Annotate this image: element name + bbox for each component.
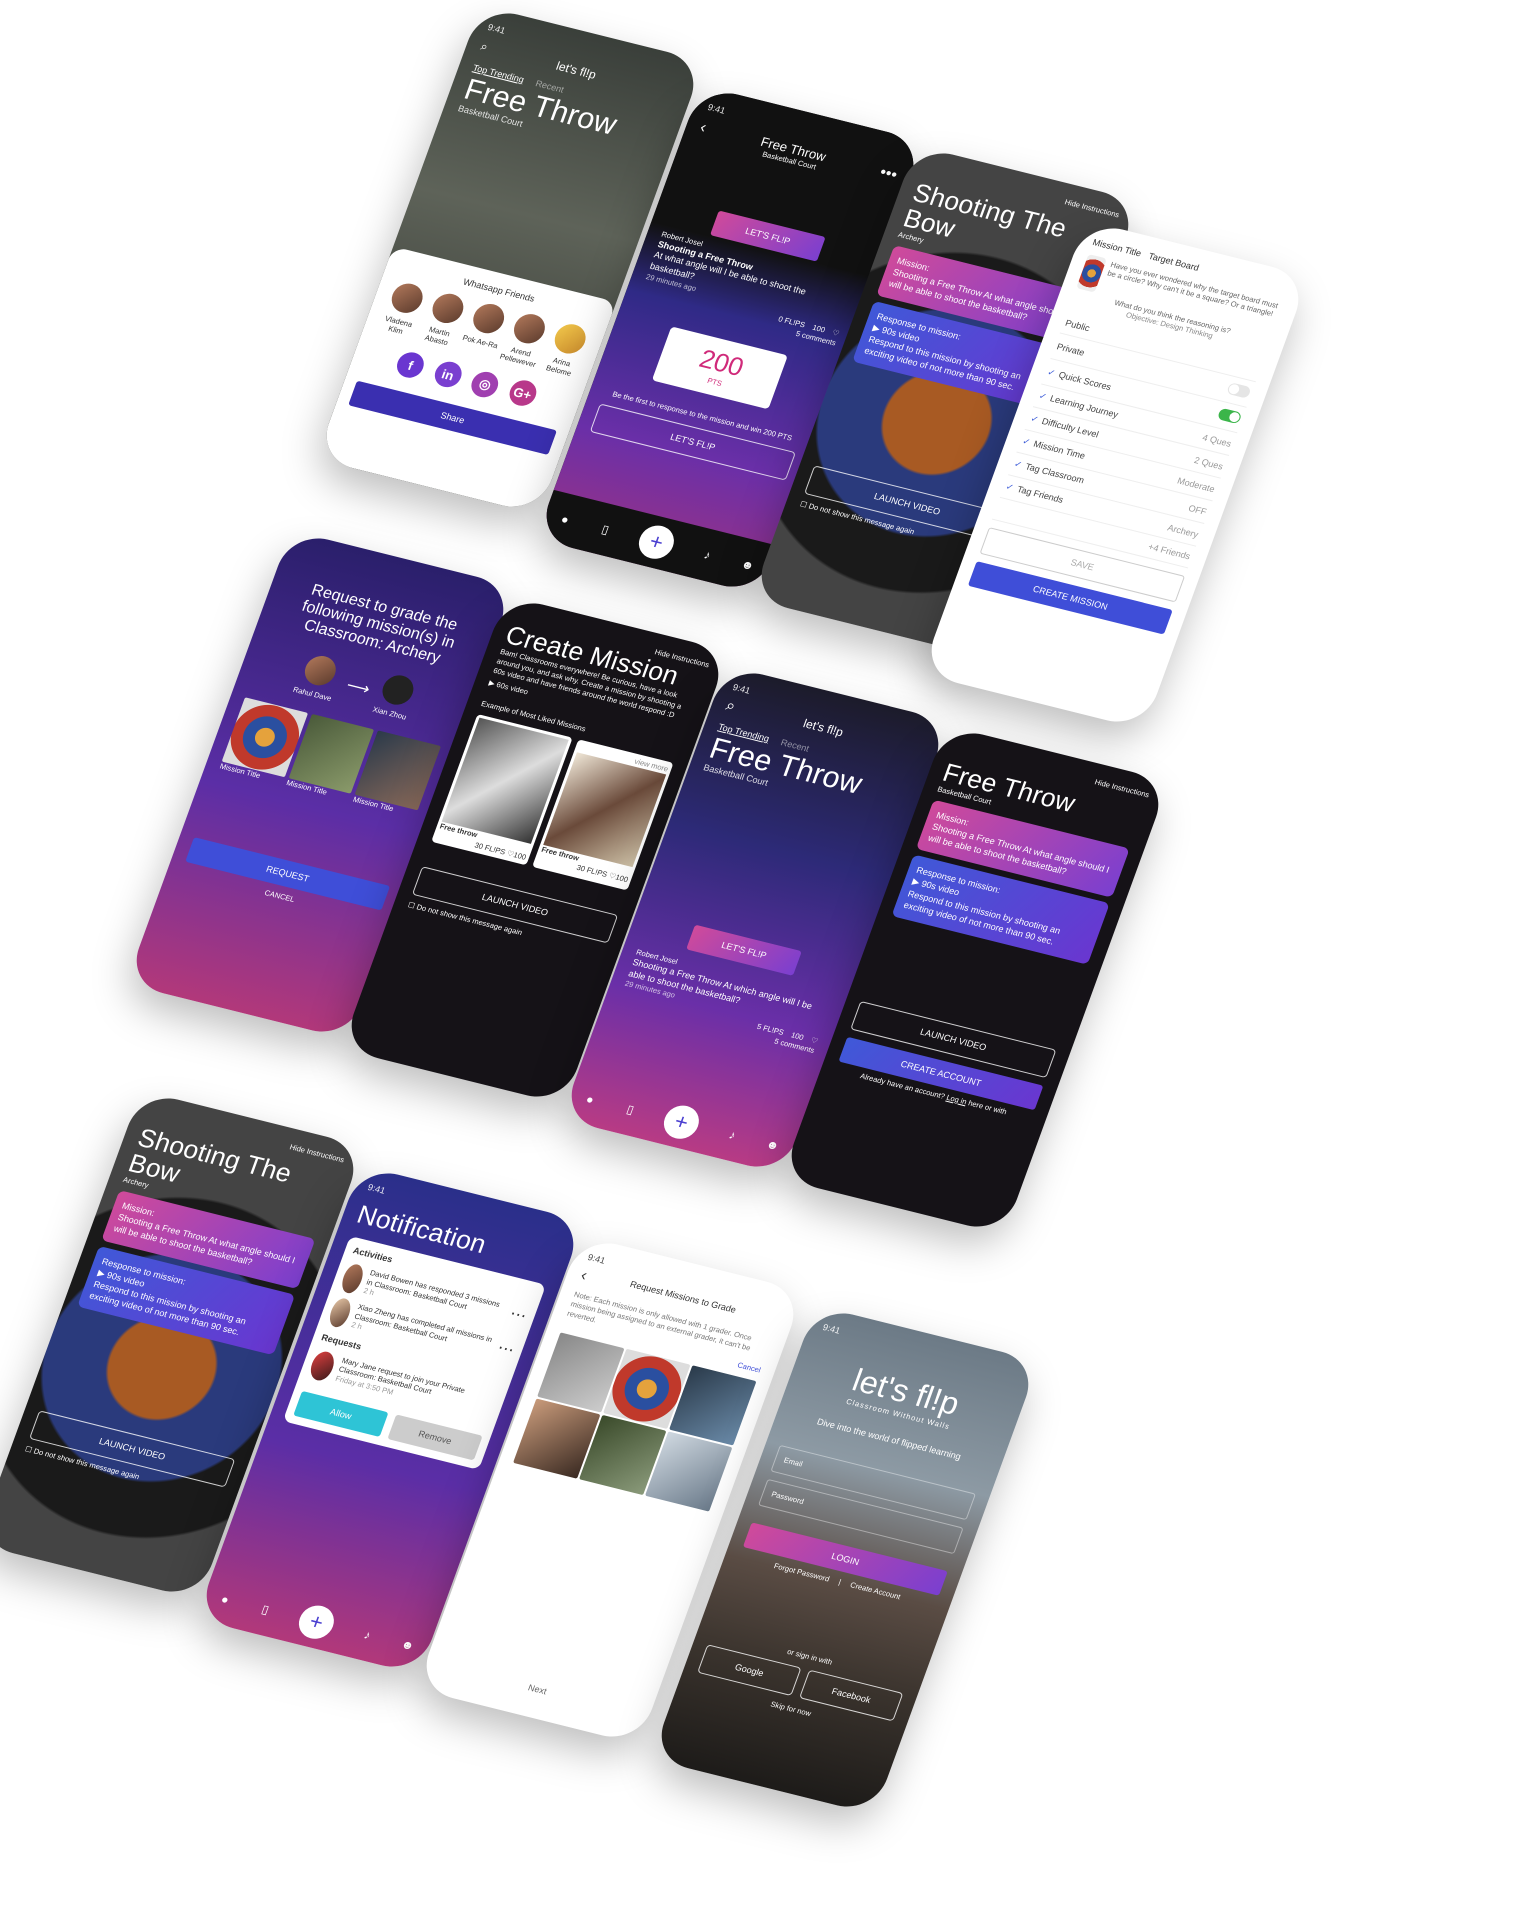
bell-icon[interactable]: ♪ [725,1128,741,1143]
profile-icon[interactable]: ☻ [764,1137,781,1153]
instagram-icon[interactable]: ◎ [467,368,503,400]
mockup-collage: 9:41 ⌕ let's fl!p Top Trending Recent Fr… [0,0,1528,1930]
row-value-text: 4 Ques [1201,432,1233,449]
add-icon[interactable]: + [659,1102,704,1143]
settings-row-value: 4 Ques [1201,432,1233,448]
avatar [326,1296,354,1330]
search-icon[interactable]: ⌕ [478,39,490,55]
avatar [550,320,591,357]
toggle-switch[interactable] [1226,382,1252,399]
example-likes: 100 [512,849,528,862]
arrow-right-icon: ⟶ [343,677,372,699]
row-label-text: Tag Friends [1015,484,1065,506]
row-value-text: Archery [1166,522,1200,540]
pages-icon[interactable]: ▯ [597,522,613,537]
avatar [301,652,341,689]
pages-icon[interactable]: ▯ [257,1602,273,1617]
more-icon[interactable]: ••• [875,164,899,191]
profile-icon[interactable]: ☻ [739,557,756,573]
home-icon[interactable]: ● [557,512,573,527]
avatar [338,1262,367,1295]
settings-row-value: Archery [1166,522,1200,539]
row-value-text: 2 Ques [1192,454,1225,472]
avatar [307,1349,339,1383]
more-icon[interactable]: ⋯ [504,1303,530,1335]
home-icon[interactable]: ● [582,1092,598,1107]
back-icon[interactable]: ‹ [695,119,709,144]
avatar [378,672,418,708]
toggle-switch[interactable] [1216,407,1243,425]
bottom-nav: ● ▯ + ♪ ☻ [561,1070,802,1175]
settings-row-label: Public [1064,318,1091,333]
check-icon: ✓ [1012,458,1024,471]
check-icon: ✓ [1037,390,1049,403]
home-icon[interactable]: ● [217,1592,233,1607]
check-icon: ✓ [1004,481,1016,493]
example-likes: 100 [614,872,630,885]
search-icon[interactable]: ⌕ [723,697,738,716]
pages-icon[interactable]: ▯ [622,1102,638,1117]
allow-button[interactable]: Allow [293,1390,389,1437]
brand-logo: let's fl!p [801,716,846,740]
settings-row-value: Moderate [1176,475,1216,494]
linkedin-icon[interactable]: in [430,359,466,391]
bottom-nav: ● ▯ + ♪ ☻ [196,1570,437,1675]
avatar [387,280,427,316]
bell-icon[interactable]: ♪ [700,548,716,563]
settings-row-label: Private [1055,342,1086,358]
bottom-nav: ● ▯ + ♪ ☻ [535,489,777,595]
avatar [469,300,509,337]
from-user: Rahul Dave [291,684,333,703]
row-value-text: OFF [1187,502,1209,517]
settings-row-value: +4 Friends [1147,542,1192,562]
settings-row-value: 2 Ques [1193,455,1225,471]
back-icon[interactable]: ‹ [578,1267,589,1285]
row-value-text: Moderate [1175,475,1217,494]
remove-button[interactable]: Remove [387,1414,483,1461]
more-icon[interactable]: ⋯ [491,1338,517,1370]
row-label-text: Quick Scores [1057,369,1113,392]
profile-icon[interactable]: ☻ [399,1637,416,1653]
check-icon: ✓ [1020,436,1032,448]
check-icon: ✓ [1046,366,1057,378]
google-plus-icon[interactable]: G+ [505,377,540,409]
row-value-text: +4 Friends [1146,541,1192,562]
row-label-text: Private [1055,341,1086,358]
add-icon[interactable]: + [294,1602,339,1643]
brand-logo: let's fl!p [554,58,599,82]
check-icon: ✓ [1029,413,1040,425]
next-button[interactable]: Next [423,1657,650,1724]
avatar [509,310,550,347]
settings-row-value [1216,407,1243,427]
facebook-icon[interactable]: f [393,349,428,381]
to-user: Xian Zhou [371,704,408,722]
bell-icon[interactable]: ♪ [360,1628,376,1643]
add-icon[interactable]: + [634,522,679,563]
row-label-text: Public [1063,318,1092,334]
settings-row-value: OFF [1187,503,1208,517]
login-link[interactable]: Log in [945,1093,968,1106]
notification-panel: Activities David Bowen has responded 3 m… [282,1236,547,1470]
avatar [428,290,468,326]
points-ticket: 200 PTS [651,326,788,409]
settings-row-value [1225,382,1252,401]
